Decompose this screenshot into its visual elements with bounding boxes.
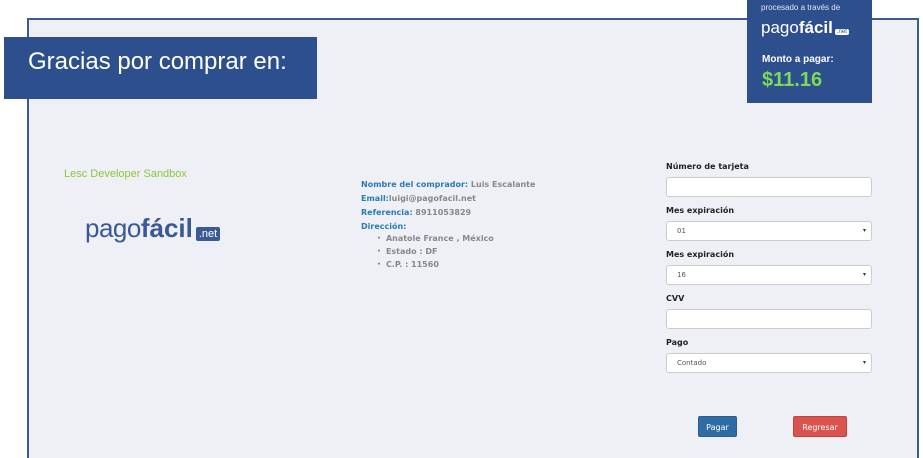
payment-type-value: Contado [677, 359, 707, 367]
logo-tag-net: .net [834, 29, 849, 35]
processed-via-text: procesado a través de [761, 3, 841, 12]
exp-year-value: 16 [677, 271, 686, 279]
buyer-name-value: Luis Escalante [468, 180, 536, 189]
payment-form: Número de tarjeta Mes expiración 01 ▾ Me… [666, 162, 872, 382]
thanks-banner: Gracias por comprar en: [4, 37, 317, 99]
buyer-name-row: Nombre del comprador: Luis Escalante [361, 180, 535, 189]
buyer-address-label: Dirección: [361, 222, 407, 231]
logo-word-facil: fácil [798, 18, 833, 37]
logo-word-pago: pago [85, 213, 141, 243]
chevron-down-icon: ▾ [862, 359, 866, 366]
buyer-email-label: Email: [361, 194, 389, 203]
exp-year-label: Mes expiración [666, 250, 735, 259]
pagofacil-logo-small: pago fácil .net [761, 18, 849, 38]
buyer-email-value: luigi@pagofacil.net [388, 194, 476, 203]
store-name: Lesc Developer Sandbox [64, 168, 187, 180]
thanks-text: Gracias por comprar en: [28, 48, 287, 75]
buyer-address-row: Dirección: Anatole France , México Estad… [361, 222, 535, 269]
buyer-reference-row: Referencia: 8911053829 [361, 208, 535, 217]
address-list: Anatole France , México Estado : DF C.P.… [361, 234, 535, 269]
exp-month-label: Mes expiración [666, 206, 735, 215]
cvv-input[interactable] [666, 309, 872, 329]
amount-label: Monto a pagar: [762, 54, 834, 65]
buyer-email-row: Email:luigi@pagofacil.net [361, 194, 535, 203]
pagofacil-logo: pago fácil .net [85, 213, 221, 244]
buyer-reference-label: Referencia: [361, 208, 413, 217]
logo-word-facil: fácil [140, 213, 193, 243]
chevron-down-icon: ▾ [862, 271, 866, 278]
pay-button[interactable]: Pagar [698, 416, 737, 437]
back-button[interactable]: Regresar [793, 416, 847, 437]
address-line: Anatole France , México [377, 234, 535, 243]
address-line: C.P. : 11560 [377, 260, 535, 269]
cvv-label: CVV [666, 294, 685, 303]
address-line: Estado : DF [377, 247, 535, 256]
amount-value: $11.16 [762, 69, 823, 91]
buyer-name-label: Nombre del comprador: [361, 180, 469, 189]
exp-month-select[interactable]: 01 ▾ [666, 221, 872, 241]
payment-type-select[interactable]: Contado ▾ [666, 353, 872, 373]
logo-word-pago: pago [761, 18, 799, 37]
chevron-down-icon: ▾ [862, 227, 866, 234]
payment-type-label: Pago [666, 338, 689, 347]
card-number-label: Número de tarjeta [666, 162, 749, 171]
logo-tag-net: .net [195, 227, 221, 241]
exp-month-value: 01 [677, 227, 686, 235]
exp-year-select[interactable]: 16 ▾ [666, 265, 872, 285]
card-number-input[interactable] [666, 177, 872, 197]
buyer-info: Nombre del comprador: Luis Escalante Ema… [361, 180, 535, 274]
buyer-reference-value: 8911053829 [412, 208, 472, 217]
amount-badge: procesado a través de pago fácil .net Mont… [747, 0, 872, 103]
